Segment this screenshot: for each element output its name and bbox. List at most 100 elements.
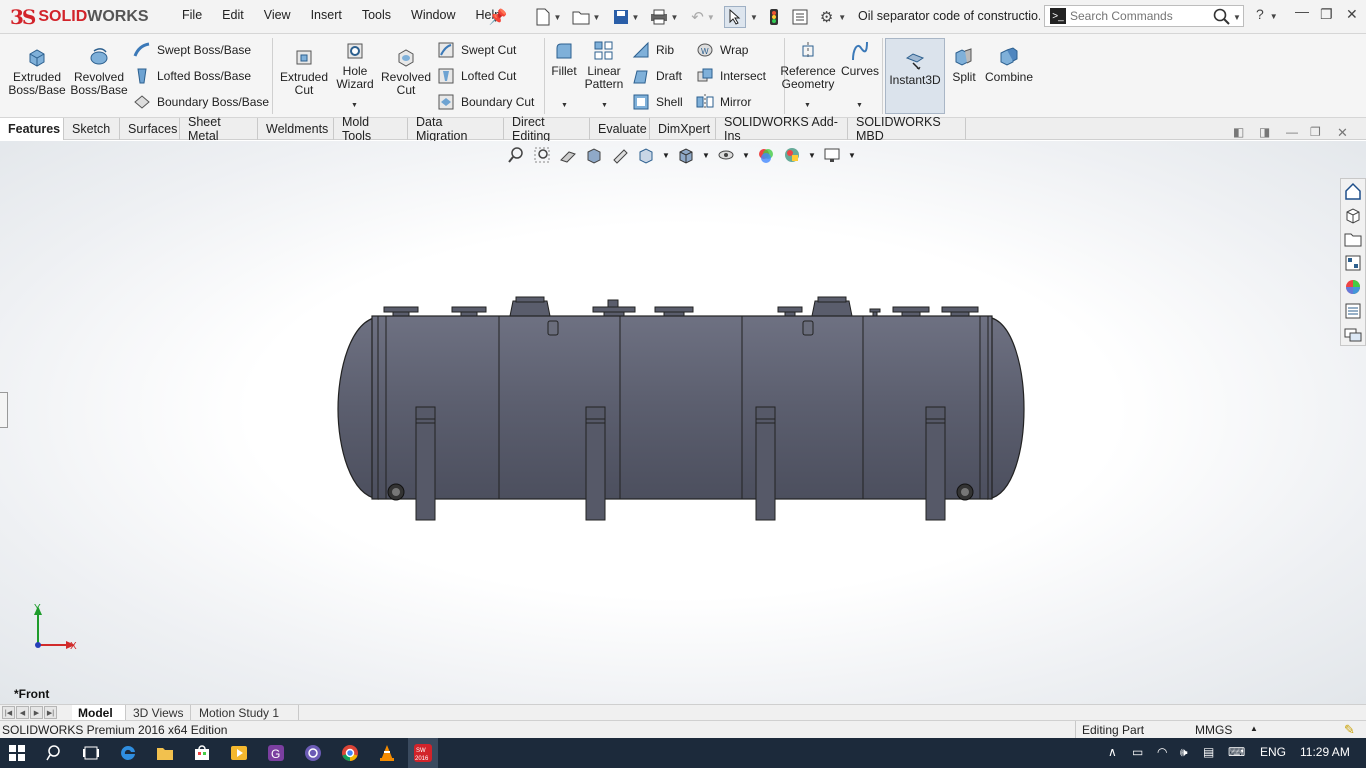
keyboard-icon[interactable]: ⌨ xyxy=(1228,745,1245,759)
extruded-cut-button[interactable]: Extruded Cut xyxy=(276,42,332,97)
view-settings-dropdown[interactable]: ▼ xyxy=(847,146,857,164)
options-button[interactable]: ⚙ ▼ xyxy=(816,6,850,28)
oil-separator-model[interactable] xyxy=(0,141,1366,704)
minimize-button[interactable]: — xyxy=(1295,3,1309,19)
file-explorer-icon[interactable] xyxy=(1341,227,1365,251)
rib-button[interactable]: Rib xyxy=(632,40,674,60)
tab-data-migration[interactable]: Data Migration xyxy=(408,115,504,143)
view-settings-icon[interactable] xyxy=(821,146,843,164)
previous-view-icon[interactable] xyxy=(557,146,579,164)
view-orientation-icon[interactable] xyxy=(635,146,657,164)
viewport-next-icon[interactable]: ◨ xyxy=(1259,125,1270,139)
app-spiral-icon[interactable] xyxy=(302,742,324,764)
last-tab-icon[interactable]: ▶| xyxy=(44,706,57,719)
app-g-icon[interactable]: G xyxy=(265,742,287,764)
tab-evaluate[interactable]: Evaluate xyxy=(590,118,650,140)
menu-file[interactable]: File xyxy=(172,8,212,22)
linear-pattern-dropdown[interactable]: ▼ xyxy=(601,102,608,109)
design-library-icon[interactable] xyxy=(1341,203,1365,227)
new-document-button[interactable]: ▼ xyxy=(530,6,566,28)
extruded-boss-button[interactable]: Extruded Boss/Base xyxy=(8,42,66,97)
task-view-icon[interactable] xyxy=(80,742,102,764)
wrap-button[interactable]: W Wrap xyxy=(696,40,748,60)
menu-insert[interactable]: Insert xyxy=(301,8,352,22)
revolved-boss-button[interactable]: Revolved Boss/Base xyxy=(70,42,128,97)
media-player-icon[interactable] xyxy=(228,742,250,764)
hole-wizard-dropdown[interactable]: ▼ xyxy=(351,102,358,109)
tab-dimxpert[interactable]: DimXpert xyxy=(650,118,716,140)
fillet-dropdown[interactable]: ▼ xyxy=(561,102,568,109)
curves-dropdown[interactable]: ▼ xyxy=(856,102,863,109)
restore-button[interactable]: ❐ xyxy=(1320,6,1333,23)
prev-tab-icon[interactable]: ◀ xyxy=(16,706,29,719)
zoom-to-area-icon[interactable] xyxy=(531,146,553,164)
show-hidden-icons[interactable]: ∧ xyxy=(1108,745,1117,759)
taskbar-search-icon[interactable] xyxy=(44,742,66,764)
custom-properties-icon[interactable] xyxy=(1341,299,1365,323)
language-indicator[interactable]: ENG xyxy=(1260,745,1286,759)
swept-cut-button[interactable]: Swept Cut xyxy=(437,40,516,60)
tab-3d-views[interactable]: 3D Views xyxy=(127,705,191,721)
apply-scene-dropdown[interactable]: ▼ xyxy=(807,146,817,164)
tab-motion-study-1[interactable]: Motion Study 1 xyxy=(193,705,299,721)
view-palette-icon[interactable] xyxy=(1341,251,1365,275)
viewport-close-icon[interactable]: ✕ xyxy=(1337,125,1348,141)
hide-show-items-icon[interactable] xyxy=(715,146,737,164)
boundary-boss-button[interactable]: Boundary Boss/Base xyxy=(133,92,269,112)
tab-sheet-metal[interactable]: Sheet Metal xyxy=(180,115,258,143)
tab-surfaces[interactable]: Surfaces xyxy=(120,118,180,140)
select-button[interactable] xyxy=(724,6,746,28)
boundary-cut-button[interactable]: Boundary Cut xyxy=(437,92,534,112)
store-icon[interactable] xyxy=(191,742,213,764)
rebuild-button[interactable] xyxy=(766,6,782,28)
instant3d-button[interactable]: Instant3D xyxy=(885,38,945,114)
next-tab-icon[interactable]: ▶ xyxy=(30,706,43,719)
battery-icon[interactable]: ▭ xyxy=(1132,745,1143,759)
windows-start-icon[interactable] xyxy=(6,742,28,764)
menu-window[interactable]: Window xyxy=(401,8,465,22)
search-button[interactable]: ▼ xyxy=(1210,6,1244,28)
menu-tools[interactable]: Tools xyxy=(352,8,401,22)
tab-weldments[interactable]: Weldments xyxy=(258,118,334,140)
tab-features[interactable]: Features xyxy=(0,118,64,140)
hide-show-dropdown[interactable]: ▼ xyxy=(741,146,751,164)
search-input[interactable] xyxy=(1070,9,1210,23)
help-button[interactable]: ? ▼ xyxy=(1256,6,1278,22)
print-button[interactable]: ▼ xyxy=(646,6,682,28)
draft-button[interactable]: Draft xyxy=(632,66,682,86)
tab-mold-tools[interactable]: Mold Tools xyxy=(334,115,408,143)
intersect-button[interactable]: Intersect xyxy=(696,66,766,86)
edit-appearance-icon[interactable] xyxy=(755,146,777,164)
solidworks-logo[interactable]: 3S SOLIDWORKS xyxy=(10,4,155,30)
viewport-prev-icon[interactable]: ◧ xyxy=(1233,125,1244,139)
apply-scene-icon[interactable] xyxy=(781,146,803,164)
menu-edit[interactable]: Edit xyxy=(212,8,254,22)
unit-system[interactable]: MMGS xyxy=(1195,723,1232,737)
solidworks-taskbar-button[interactable]: SW 2016 xyxy=(408,738,438,768)
lofted-cut-button[interactable]: Lofted Cut xyxy=(437,66,516,86)
undo-button[interactable]: ↶ ▼ xyxy=(686,6,720,28)
tab-solidworks-mbd[interactable]: SOLIDWORKS MBD xyxy=(848,115,966,143)
combine-button[interactable]: Combine xyxy=(984,42,1034,84)
file-properties-button[interactable] xyxy=(790,6,810,28)
solidworks-resources-icon[interactable] xyxy=(1341,179,1365,203)
revolved-cut-button[interactable]: Revolved Cut xyxy=(380,42,432,97)
close-button[interactable]: ✕ xyxy=(1346,6,1358,23)
tab-solidworks-add-ins[interactable]: SOLIDWORKS Add-Ins xyxy=(716,115,848,143)
linear-pattern-button[interactable]: Linear Pattern xyxy=(584,36,624,91)
taskbar-clock[interactable]: 11:29 AM xyxy=(1300,745,1350,759)
shell-button[interactable]: Shell xyxy=(632,92,683,112)
solidworks-forum-icon[interactable] xyxy=(1341,323,1365,347)
zoom-to-fit-icon[interactable] xyxy=(505,146,527,164)
view-orientation-dropdown[interactable]: ▼ xyxy=(661,146,671,164)
appearances-scenes-icon[interactable] xyxy=(1341,275,1365,299)
wifi-icon[interactable]: ◠ xyxy=(1157,745,1167,759)
edge-browser-icon[interactable] xyxy=(117,742,139,764)
open-button[interactable]: ▼ xyxy=(568,6,604,28)
first-tab-icon[interactable]: |◀ xyxy=(2,706,15,719)
tab-sketch[interactable]: Sketch xyxy=(64,118,120,140)
select-dropdown[interactable]: ▼ xyxy=(749,6,759,28)
vlc-icon[interactable] xyxy=(376,742,398,764)
viewport-restore-icon[interactable]: ❐ xyxy=(1310,125,1321,139)
display-style-icon[interactable] xyxy=(675,146,697,164)
